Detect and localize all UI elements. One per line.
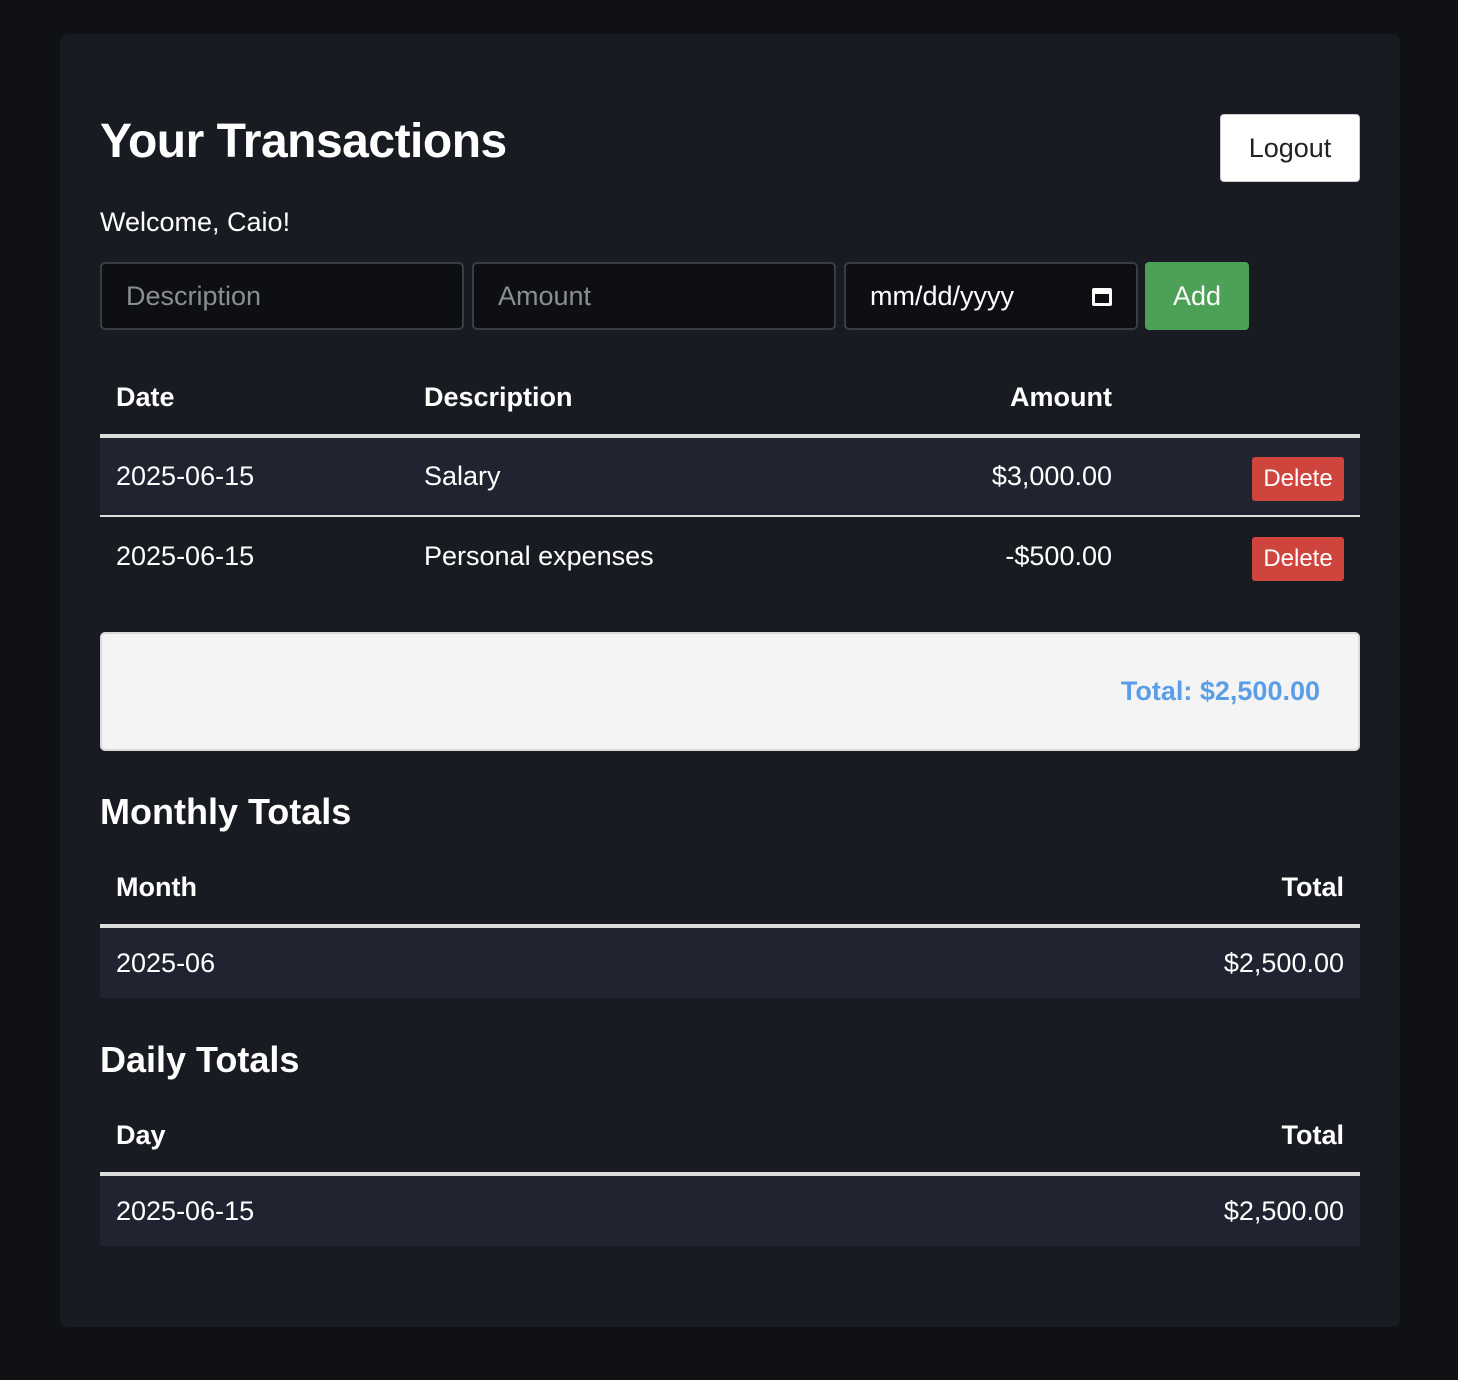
cell-date: 2025-06-15 <box>116 461 255 491</box>
table-row: 2025-06-15 Salary $3,000.00 Delete <box>100 436 1360 516</box>
table-header-row: Day Total <box>100 1098 1360 1176</box>
delete-button[interactable]: Delete <box>1252 456 1344 501</box>
cell-description: Personal expenses <box>424 541 654 571</box>
calendar-icon[interactable] <box>1092 286 1112 306</box>
welcome-message: Welcome, Caio! <box>100 207 291 237</box>
cell-total: $2,500.00 <box>1223 947 1344 978</box>
column-header-description: Description <box>408 360 758 438</box>
page-title: Your Transactions <box>100 115 507 168</box>
column-header-total: Total <box>765 1098 1360 1176</box>
total-summary-box: Total: $2,500.00 <box>100 632 1360 751</box>
column-header-month: Month <box>100 850 684 928</box>
column-header-day: Day <box>100 1098 766 1176</box>
amount-input[interactable]: Amount <box>472 262 836 330</box>
table-row: 2025-06-15 $2,500.00 <box>100 1174 1360 1246</box>
transactions-table: Date Description Amount 2025-06-15 Salar… <box>100 360 1360 596</box>
table-header-row: Date Description Amount <box>100 360 1360 438</box>
total-amount: Total: $2,500.00 <box>1120 676 1320 706</box>
column-header-actions <box>1128 360 1360 438</box>
cell-month: 2025-06 <box>116 947 216 978</box>
cell-description: Salary <box>424 461 501 491</box>
monthly-totals-table: Month Total 2025-06 $2,500.00 <box>100 850 1360 998</box>
cell-amount: $3,000.00 <box>991 461 1112 491</box>
column-header-date: Date <box>100 360 408 438</box>
transactions-card: Your Transactions Logout Welcome, Caio! … <box>60 34 1400 1327</box>
daily-totals-table: Day Total 2025-06-15 $2,500.00 <box>100 1098 1360 1246</box>
date-input[interactable]: mm/dd/yyyy <box>844 262 1138 330</box>
cell-amount: -$500.00 <box>1005 541 1112 571</box>
table-header-row: Month Total <box>100 850 1360 928</box>
cell-actions: Delete <box>1128 436 1360 516</box>
cell-date: 2025-06-15 <box>116 541 255 571</box>
logout-button[interactable]: Logout <box>1220 114 1360 182</box>
delete-button[interactable]: Delete <box>1252 536 1344 581</box>
column-header-amount: Amount <box>758 360 1128 438</box>
cell-day: 2025-06-15 <box>116 1195 255 1226</box>
amount-placeholder: Amount <box>498 280 592 311</box>
column-header-total: Total <box>683 850 1360 928</box>
table-row: 2025-06-15 Personal expenses -$500.00 De… <box>100 516 1360 596</box>
daily-totals-title: Daily Totals <box>100 1039 300 1080</box>
description-placeholder: Description <box>126 280 262 311</box>
cell-total: $2,500.00 <box>1223 1195 1344 1226</box>
date-placeholder: mm/dd/yyyy <box>870 280 1015 311</box>
cell-actions: Delete <box>1128 516 1360 596</box>
monthly-totals-title: Monthly Totals <box>100 791 352 832</box>
description-input[interactable]: Description <box>100 262 464 330</box>
add-button[interactable]: Add <box>1145 262 1249 330</box>
table-row: 2025-06 $2,500.00 <box>100 926 1360 998</box>
